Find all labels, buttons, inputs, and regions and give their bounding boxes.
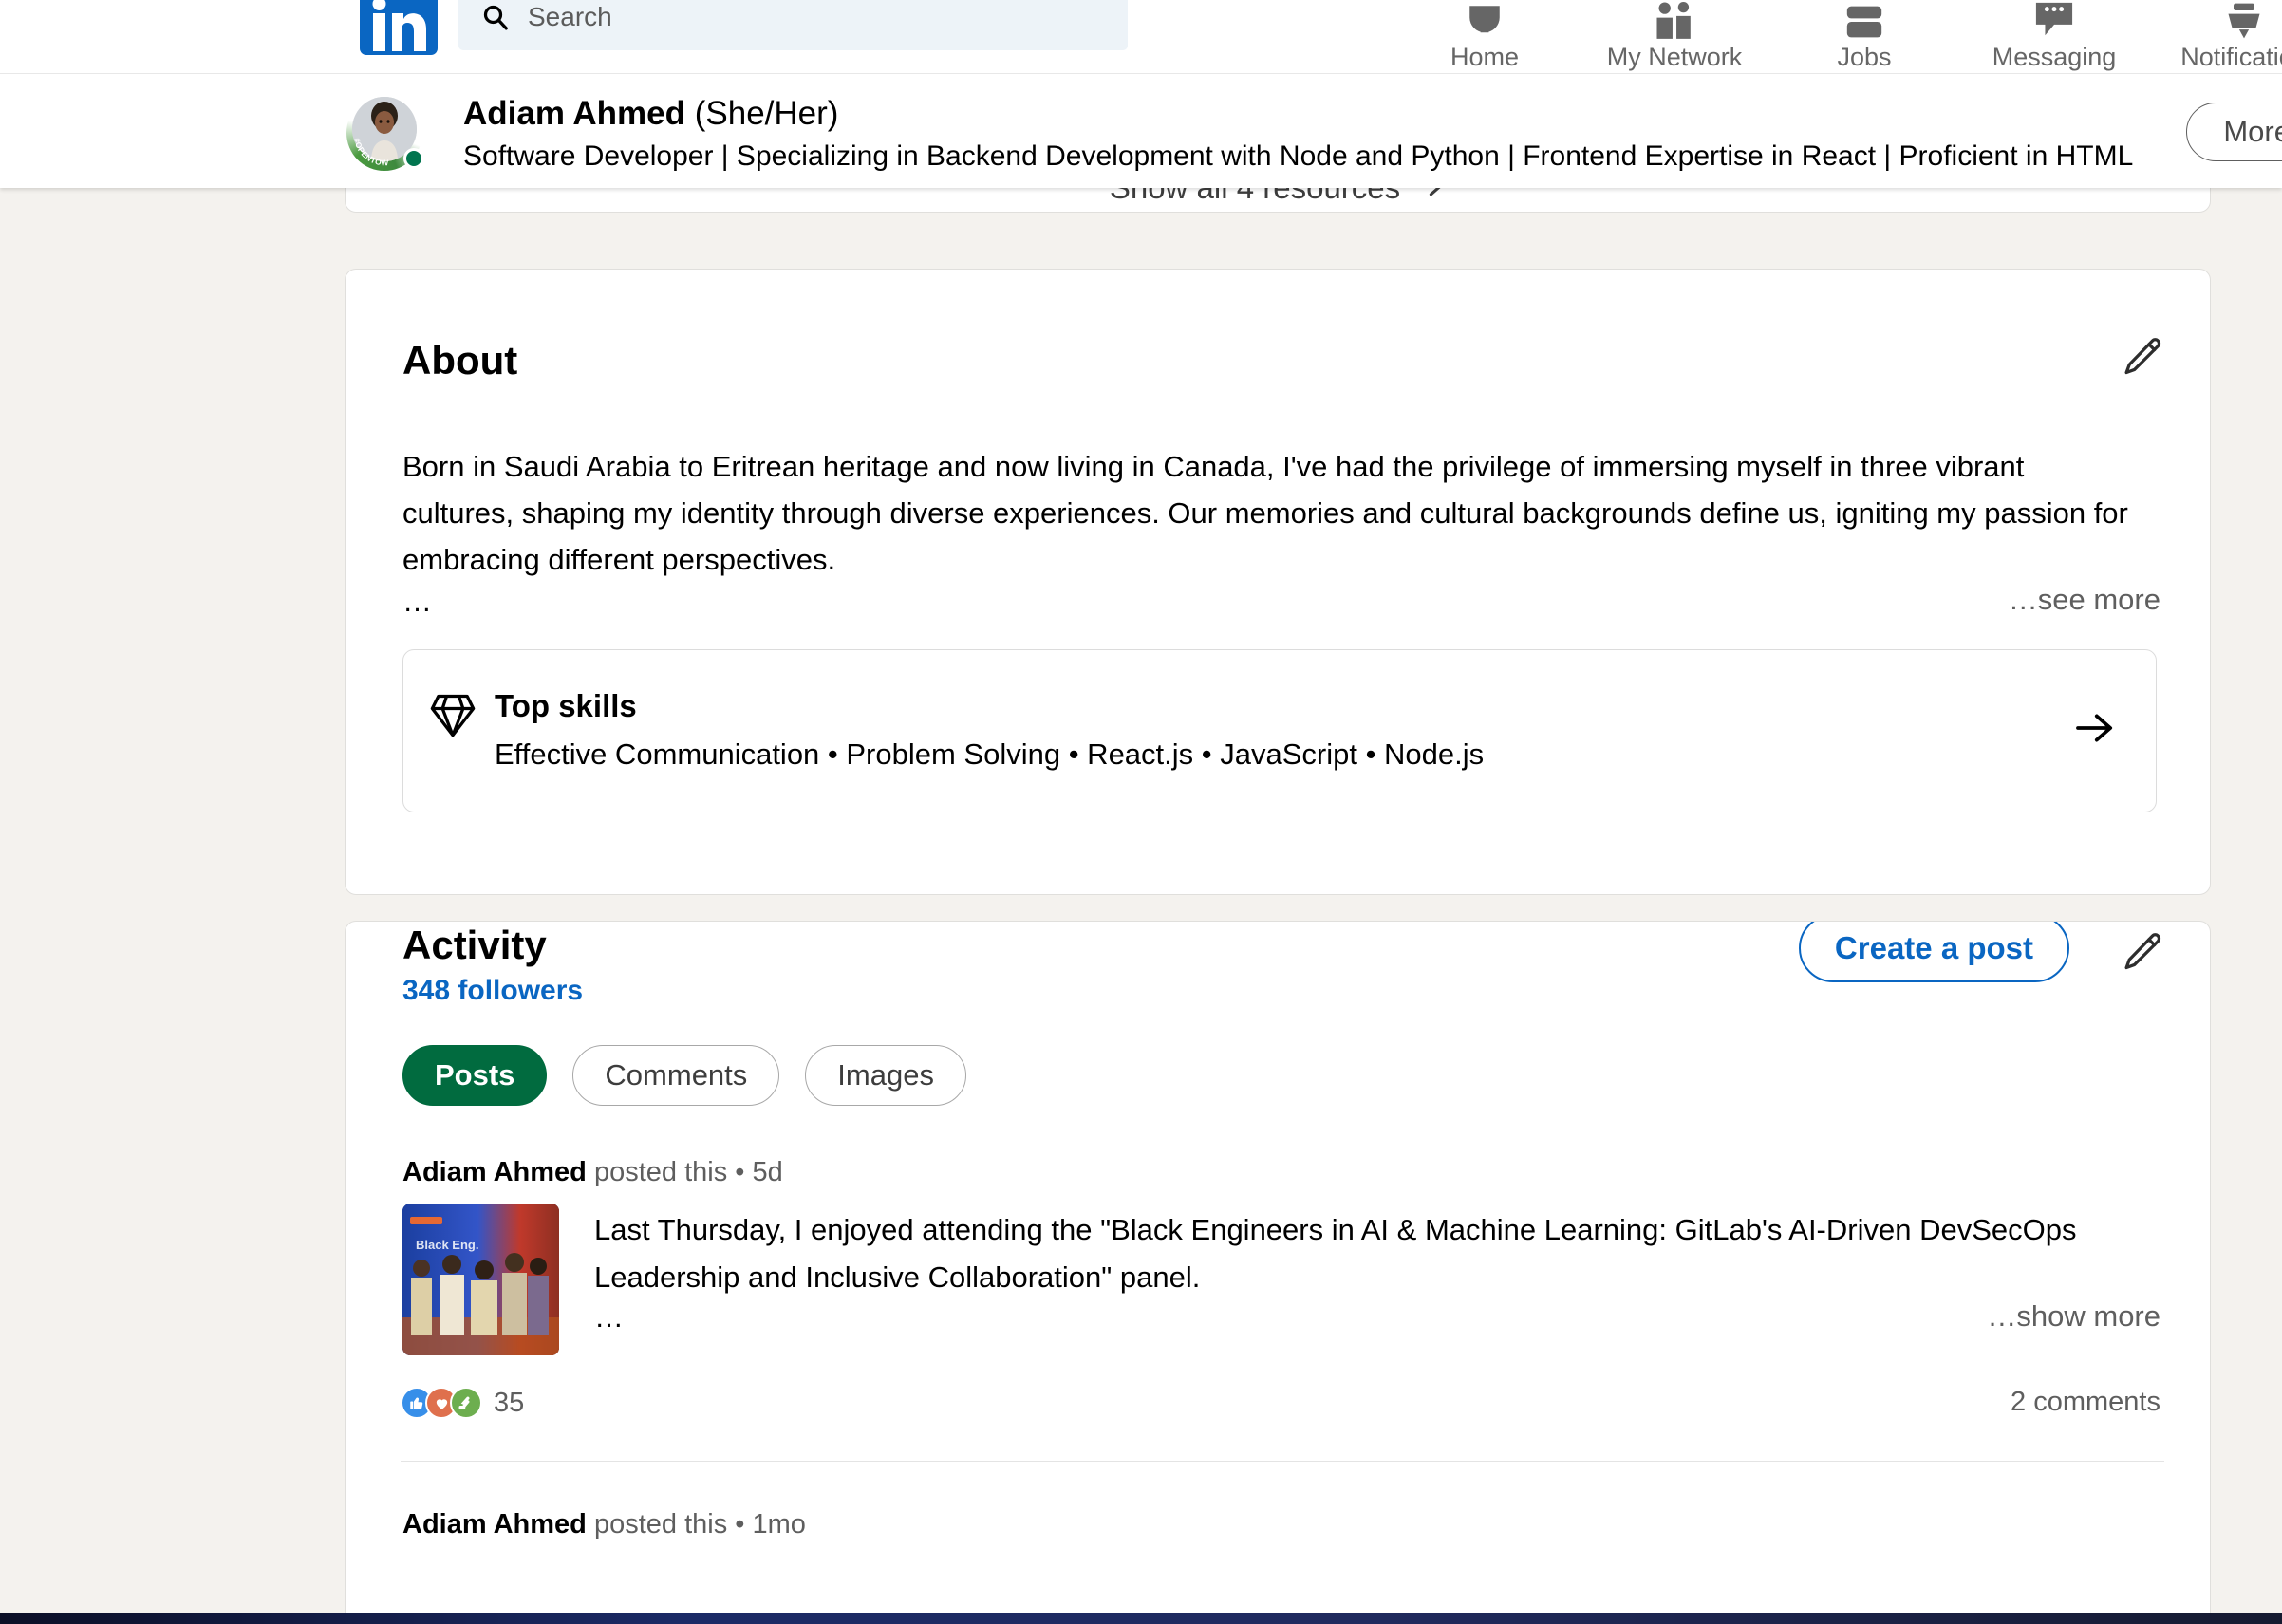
- nav-label-notifications: Notification: [2180, 43, 2282, 71]
- bell-icon: [2223, 0, 2265, 41]
- top-skills-arrow-right-icon[interactable]: [2074, 711, 2116, 745]
- post-comments-count[interactable]: 2 comments: [2011, 1387, 2160, 1418]
- online-status-dot: [403, 148, 424, 169]
- arrow-right-icon: [1413, 188, 1446, 206]
- top-skills-title: Top skills: [495, 688, 637, 723]
- svg-text:Black Eng.: Black Eng.: [416, 1238, 478, 1252]
- top-skills-box[interactable]: Top skills Effective Communication • Pro…: [402, 649, 2157, 812]
- more-button[interactable]: More: [2186, 103, 2282, 161]
- post-show-more-link[interactable]: …show more: [1987, 1299, 2160, 1334]
- reaction-icons-group: [401, 1387, 482, 1419]
- profile-name: Adiam Ahmed (She/Her): [463, 95, 838, 133]
- reaction-celebrate-icon: [450, 1387, 482, 1419]
- about-ellipsis: …: [402, 585, 432, 618]
- post-meta-suffix: posted this • 1mo: [586, 1509, 806, 1540]
- filter-pill-posts[interactable]: Posts: [402, 1045, 548, 1106]
- activity-section-title: Activity: [402, 923, 547, 967]
- activity-edit-pencil-icon[interactable]: [2121, 931, 2164, 975]
- search-bar[interactable]: [458, 0, 1128, 50]
- resources-card-peek: Show all 4 resources: [345, 188, 2211, 213]
- nav-label-messaging: Messaging: [1992, 43, 2117, 71]
- followers-count-link[interactable]: 348 followers: [402, 975, 583, 1007]
- avatar[interactable]: #OPENTOWORK: [346, 95, 424, 171]
- top-skills-list: Effective Communication • Problem Solvin…: [495, 737, 1485, 771]
- browser-bottom-chrome: [0, 1613, 2282, 1624]
- nav-label-home: Home: [1450, 43, 1520, 71]
- reaction-count: 35: [494, 1387, 525, 1418]
- post-thumbnail[interactable]: Black Eng.: [402, 1204, 559, 1355]
- nav-label-jobs: Jobs: [1837, 43, 1892, 71]
- message-bubble-icon: [2032, 0, 2076, 41]
- post-meta-suffix: posted this • 5d: [586, 1157, 783, 1187]
- home-icon: [1464, 0, 1506, 41]
- diamond-icon: [428, 690, 477, 739]
- post-author: Adiam Ahmed: [402, 1509, 587, 1540]
- sticky-profile-bar: #OPENTOWORK Adiam Ahmed (She/Her) Softwa…: [0, 74, 2282, 188]
- filter-pill-images[interactable]: Images: [805, 1045, 966, 1106]
- profile-headline: Software Developer | Specializing in Bac…: [463, 140, 2134, 172]
- post-text: Last Thursday, I enjoyed attending the "…: [594, 1213, 2077, 1294]
- about-card: About Born in Saudi Arabia to Eritrean h…: [345, 269, 2211, 895]
- about-section-title: About: [402, 338, 518, 383]
- briefcase-icon: [1843, 0, 1885, 41]
- nav-item-my-network[interactable]: My Network: [1580, 0, 1769, 74]
- activity-card: Activity 348 followers Create a post Pos…: [345, 921, 2211, 1624]
- nav-label-my-network: My Network: [1606, 43, 1743, 71]
- search-icon: [481, 3, 510, 31]
- profile-name-text: Adiam Ahmed: [463, 95, 686, 132]
- show-all-resources-label: Show all 4 resources: [1110, 188, 1400, 206]
- post-author: Adiam Ahmed: [402, 1157, 587, 1187]
- post-ellipsis: …: [594, 1300, 624, 1334]
- about-edit-pencil-icon[interactable]: [2121, 336, 2164, 380]
- show-all-resources-link[interactable]: Show all 4 resources: [346, 188, 2210, 206]
- post-meta: Adiam Ahmed posted this • 5d: [402, 1157, 783, 1188]
- activity-filter-pills: Posts Comments Images: [402, 1045, 966, 1106]
- search-input[interactable]: [528, 1, 1059, 32]
- people-icon: [1652, 0, 1697, 41]
- nav-items-group: Home My Network Jobs Messaging Notificat…: [1390, 0, 2282, 74]
- nav-item-messaging[interactable]: Messaging: [1959, 0, 2149, 74]
- create-post-button[interactable]: Create a post: [1798, 922, 2069, 982]
- nav-item-notifications[interactable]: Notification: [2149, 0, 2282, 74]
- linkedin-logo-icon[interactable]: [360, 0, 438, 55]
- post-meta: Adiam Ahmed posted this • 1mo: [402, 1509, 806, 1540]
- nav-item-jobs[interactable]: Jobs: [1769, 0, 1959, 74]
- profile-pronouns: (She/Her): [694, 95, 839, 132]
- post-reactions[interactable]: 35: [401, 1387, 524, 1419]
- filter-pill-comments[interactable]: Comments: [572, 1045, 780, 1106]
- nav-item-home[interactable]: Home: [1390, 0, 1580, 74]
- global-navigation-bar: Home My Network: [0, 0, 2282, 74]
- about-body-text: Born in Saudi Arabia to Eritrean heritag…: [402, 450, 2128, 576]
- about-see-more-link[interactable]: …see more: [2009, 583, 2160, 617]
- profile-page-body: Show all 4 resources About Born in Saudi…: [0, 188, 2282, 1624]
- post-divider: [401, 1461, 2164, 1462]
